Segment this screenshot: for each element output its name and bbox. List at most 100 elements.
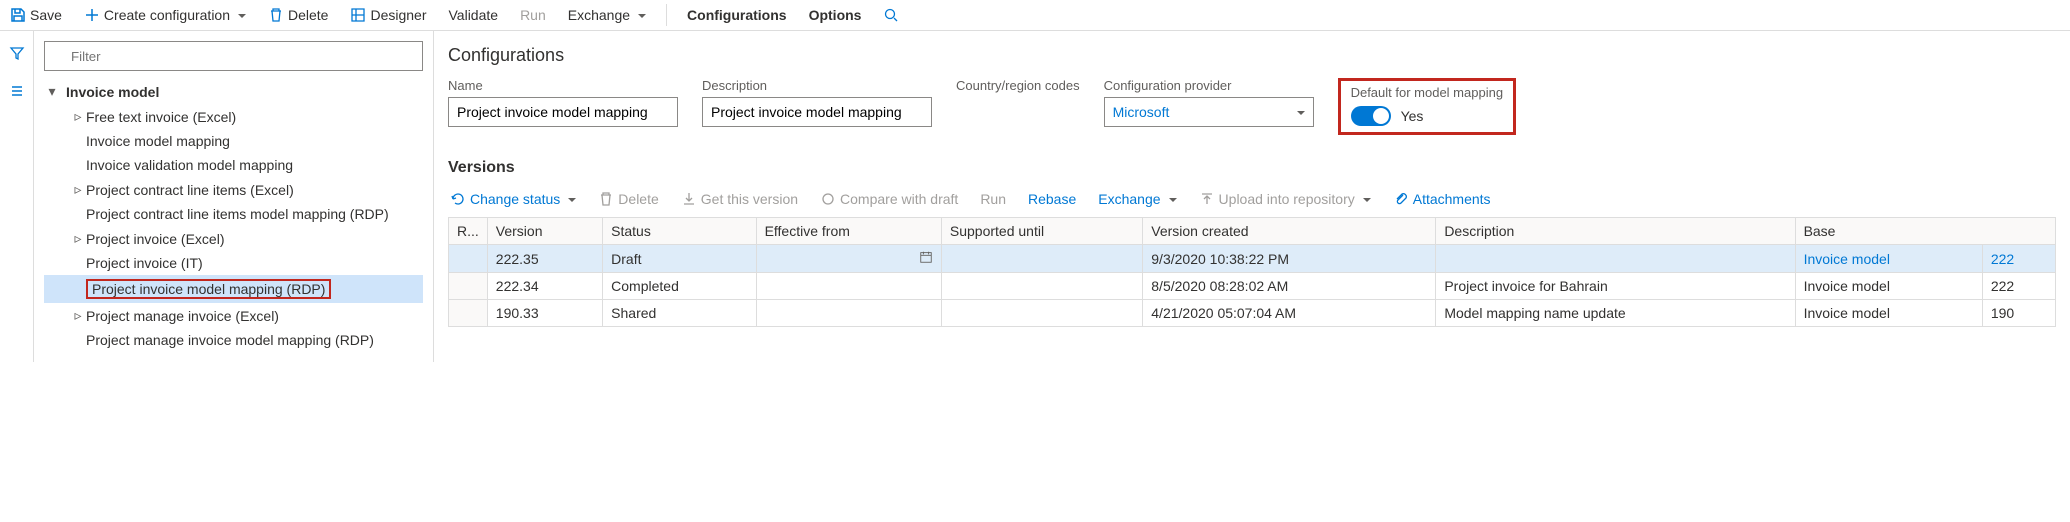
cell-base-num: 222 bbox=[1982, 245, 2055, 273]
col-status[interactable]: Status bbox=[603, 218, 756, 245]
tree-item[interactable]: Invoice validation model mapping bbox=[44, 153, 423, 177]
tree-item[interactable]: ▹Project manage invoice (Excel) bbox=[44, 303, 423, 328]
row-selector bbox=[449, 273, 488, 300]
tree-item[interactable]: ▹Project contract line items (Excel) bbox=[44, 177, 423, 202]
save-button[interactable]: Save bbox=[8, 5, 64, 25]
country-field: Country/region codes bbox=[956, 78, 1080, 93]
default-mapping-toggle[interactable] bbox=[1351, 106, 1391, 126]
run-label: Run bbox=[520, 7, 546, 23]
chevron-right-icon: ▹ bbox=[70, 307, 86, 324]
designer-button[interactable]: Designer bbox=[348, 5, 428, 25]
toggle-row: Yes bbox=[1351, 106, 1503, 126]
tree-item[interactable]: Project invoice model mapping (RDP) bbox=[44, 275, 423, 303]
versions-section: Versions Change status Delete bbox=[448, 159, 2056, 327]
tree-item-label: Project manage invoice (Excel) bbox=[86, 308, 279, 324]
side-icon-strip bbox=[0, 31, 34, 362]
attachments-label: Attachments bbox=[1413, 191, 1491, 207]
name-input[interactable] bbox=[448, 97, 678, 127]
default-mapping-value: Yes bbox=[1401, 108, 1424, 124]
chevron-down-icon bbox=[634, 7, 646, 23]
attachments-button[interactable]: Attachments bbox=[1393, 191, 1491, 207]
trash-icon bbox=[268, 7, 284, 23]
chevron-right-icon: ▹ bbox=[70, 181, 86, 198]
default-mapping-group: Default for model mapping Yes bbox=[1338, 78, 1516, 135]
filter-wrap bbox=[44, 41, 423, 71]
tree-item-label: Project contract line items model mappin… bbox=[86, 206, 389, 222]
paperclip-icon bbox=[1393, 191, 1409, 207]
tree-item[interactable]: Project manage invoice model mapping (RD… bbox=[44, 328, 423, 352]
cell-version: 222.35 bbox=[487, 245, 602, 273]
col-effective[interactable]: Effective from bbox=[756, 218, 941, 245]
table-header-row: R... Version Status Effective from Suppo… bbox=[449, 218, 2056, 245]
search-icon bbox=[883, 7, 899, 23]
col-description[interactable]: Description bbox=[1436, 218, 1795, 245]
create-config-button[interactable]: Create configuration bbox=[82, 5, 248, 25]
cell-base: Invoice model bbox=[1795, 300, 1982, 327]
chevron-down-icon: ▾ bbox=[44, 83, 60, 100]
tree-item[interactable]: Project invoice (IT) bbox=[44, 251, 423, 275]
tree-panel: ▾ Invoice model ▹Free text invoice (Exce… bbox=[34, 31, 434, 362]
tree-item[interactable]: ▹Free text invoice (Excel) bbox=[44, 104, 423, 129]
cell-description: Model mapping name update bbox=[1436, 300, 1795, 327]
cell-created: 8/5/2020 08:28:02 AM bbox=[1143, 273, 1436, 300]
configurations-label: Configurations bbox=[687, 7, 787, 23]
cell-version: 222.34 bbox=[487, 273, 602, 300]
table-row[interactable]: 190.33Shared4/21/2020 05:07:04 AMModel m… bbox=[449, 300, 2056, 327]
tree-item[interactable]: Invoice model mapping bbox=[44, 129, 423, 153]
tree-root-label: Invoice model bbox=[66, 84, 159, 100]
tree-item-label: Project invoice model mapping (RDP) bbox=[86, 279, 331, 299]
search-button[interactable] bbox=[881, 5, 901, 25]
page-title: Configurations bbox=[448, 45, 2056, 66]
toolbar-separator bbox=[666, 4, 667, 26]
description-field: Description bbox=[702, 78, 932, 127]
options-button[interactable]: Options bbox=[807, 5, 864, 25]
tree-item-label: Invoice validation model mapping bbox=[86, 157, 293, 173]
plus-icon bbox=[84, 7, 100, 23]
default-mapping-label: Default for model mapping bbox=[1351, 85, 1503, 100]
provider-label: Configuration provider bbox=[1104, 78, 1314, 93]
col-base[interactable]: Base bbox=[1795, 218, 2055, 245]
cell-version: 190.33 bbox=[487, 300, 602, 327]
tree-root[interactable]: ▾ Invoice model bbox=[44, 79, 423, 104]
validate-button[interactable]: Validate bbox=[447, 5, 501, 25]
configurations-button[interactable]: Configurations bbox=[685, 5, 789, 25]
cell-status: Shared bbox=[603, 300, 756, 327]
tree-item[interactable]: ▹Project invoice (Excel) bbox=[44, 226, 423, 251]
designer-label: Designer bbox=[370, 7, 426, 23]
content-panel: Configurations Name Description Country/… bbox=[434, 31, 2070, 362]
col-version[interactable]: Version bbox=[487, 218, 602, 245]
col-rownum[interactable]: R... bbox=[449, 218, 488, 245]
exchange-button[interactable]: Exchange bbox=[566, 5, 648, 25]
cell-created: 9/3/2020 10:38:22 PM bbox=[1143, 245, 1436, 273]
main-layout: ▾ Invoice model ▹Free text invoice (Exce… bbox=[0, 31, 2070, 362]
chevron-right-icon: ▹ bbox=[70, 108, 86, 125]
delete-button[interactable]: Delete bbox=[266, 5, 330, 25]
compare-icon bbox=[820, 191, 836, 207]
table-row[interactable]: 222.34Completed8/5/2020 08:28:02 AMProje… bbox=[449, 273, 2056, 300]
table-row[interactable]: 222.35Draft9/3/2020 10:38:22 PMInvoice m… bbox=[449, 245, 2056, 273]
exchange-label: Exchange bbox=[568, 7, 630, 23]
change-status-button[interactable]: Change status bbox=[450, 191, 576, 207]
rebase-button[interactable]: Rebase bbox=[1028, 191, 1076, 207]
cell-base-num: 190 bbox=[1982, 300, 2055, 327]
versions-exchange-button[interactable]: Exchange bbox=[1098, 191, 1176, 207]
provider-value: Microsoft bbox=[1113, 104, 1170, 120]
name-label: Name bbox=[448, 78, 678, 93]
funnel-icon[interactable] bbox=[9, 45, 25, 61]
tree-item[interactable]: Project contract line items model mappin… bbox=[44, 202, 423, 226]
col-created[interactable]: Version created bbox=[1143, 218, 1436, 245]
row-selector bbox=[449, 300, 488, 327]
chevron-down-icon bbox=[1293, 104, 1305, 120]
filter-input[interactable] bbox=[44, 41, 423, 71]
col-supported[interactable]: Supported until bbox=[941, 218, 1142, 245]
description-input[interactable] bbox=[702, 97, 932, 127]
versions-run-label: Run bbox=[980, 191, 1006, 207]
validate-label: Validate bbox=[449, 7, 499, 23]
cell-description bbox=[1436, 245, 1795, 273]
provider-select[interactable]: Microsoft bbox=[1104, 97, 1314, 127]
calendar-icon[interactable] bbox=[919, 250, 933, 267]
compare-button: Compare with draft bbox=[820, 191, 958, 207]
upload-label: Upload into repository bbox=[1219, 191, 1355, 207]
rebase-label: Rebase bbox=[1028, 191, 1076, 207]
list-icon[interactable] bbox=[9, 83, 25, 99]
